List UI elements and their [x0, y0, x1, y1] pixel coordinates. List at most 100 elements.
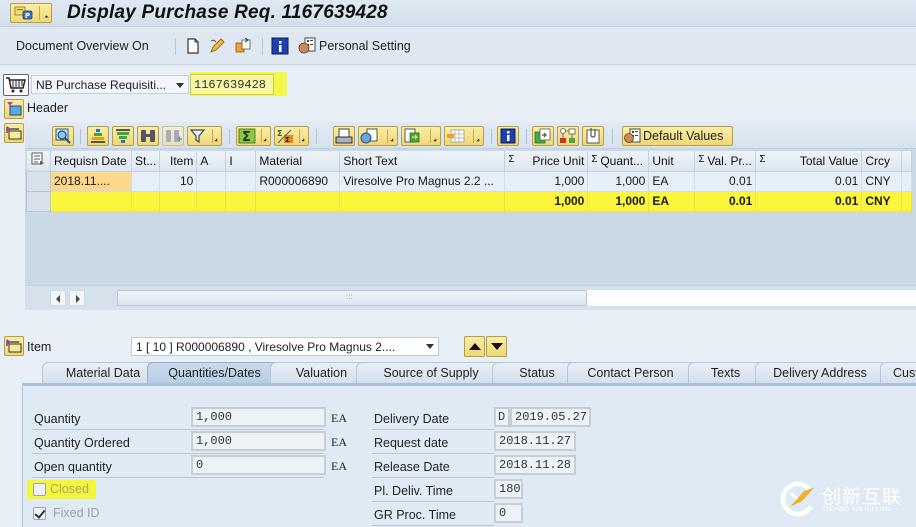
- sigma-icon: Σ: [591, 154, 598, 165]
- column-header-total-value[interactable]: Σ Total Value: [755, 151, 863, 172]
- delivery-date-field[interactable]: 2019.05.27: [510, 407, 591, 427]
- other-document-icon[interactable]: [234, 37, 252, 55]
- document-type-dropdown[interactable]: NB Purchase Requisiti...: [31, 75, 189, 94]
- copy-document-button[interactable]: [532, 126, 554, 146]
- column-header-val-price[interactable]: Σ Val. Pr...: [694, 151, 757, 172]
- find-next-button[interactable]: [162, 126, 184, 146]
- item-collapse-button[interactable]: [4, 336, 24, 356]
- row-selector[interactable]: [26, 190, 51, 212]
- previous-item-button[interactable]: [464, 336, 485, 357]
- row-selector[interactable]: [26, 170, 51, 192]
- hierarchy-button[interactable]: [557, 126, 579, 146]
- print-preview-button[interactable]: [333, 126, 355, 146]
- request-date-field[interactable]: 2018.11.27: [494, 431, 576, 451]
- cell-i[interactable]: [225, 171, 257, 192]
- tab-contact-person[interactable]: Contact Person: [567, 362, 694, 384]
- default-values-button[interactable]: Default Values: [622, 126, 733, 146]
- details-button[interactable]: [52, 126, 74, 146]
- cell-total-value[interactable]: 0.01: [755, 171, 863, 192]
- edit-pencil-icon[interactable]: [208, 37, 226, 55]
- release-date-field[interactable]: 2018.11.28: [494, 455, 576, 475]
- column-header-short-text[interactable]: Short Text: [339, 151, 506, 172]
- gr-processing-time-label: GR Proc. Time: [374, 508, 456, 522]
- sort-ascending-button[interactable]: [87, 126, 109, 146]
- info-icon[interactable]: [271, 37, 289, 55]
- column-header-status[interactable]: St...: [131, 151, 161, 172]
- item-label: Item: [27, 340, 52, 354]
- views-button[interactable]: [358, 126, 398, 146]
- cell-unit[interactable]: EA: [648, 171, 696, 192]
- cell-a[interactable]: [196, 171, 227, 192]
- personal-setting-icon[interactable]: [298, 37, 316, 55]
- information-button[interactable]: [497, 126, 519, 146]
- dropdown-arrow-icon: [390, 138, 394, 142]
- alv-toolbar: Σ Σ Σ Default Values: [25, 122, 916, 149]
- watermark-subtext: CHUANG XIN HU LIAN: [822, 507, 891, 513]
- scroll-right-button[interactable]: [69, 290, 85, 306]
- cell-requisn-date[interactable]: 2018.11....: [50, 171, 132, 192]
- personal-setting-button[interactable]: Personal Setting: [319, 39, 411, 53]
- tab-texts[interactable]: Texts: [688, 362, 763, 384]
- column-header-item[interactable]: Item: [159, 151, 198, 172]
- document-overview-button[interactable]: Document Overview On: [16, 39, 149, 53]
- tab-customer-data[interactable]: Cust: [880, 362, 916, 384]
- quantity-field[interactable]: 1,000: [191, 407, 326, 427]
- items-collapse-button[interactable]: [4, 123, 24, 143]
- table-row[interactable]: 2018.11.... 10 R000006890 Viresolve Pro …: [26, 170, 913, 192]
- planned-delivery-time-field[interactable]: 180: [494, 479, 523, 499]
- shopping-cart-icon: [6, 77, 26, 93]
- open-quantity-field[interactable]: 0: [191, 455, 326, 475]
- find-button[interactable]: [137, 126, 159, 146]
- tab-quantities-dates[interactable]: Quantities/Dates: [147, 362, 282, 384]
- chevron-down-icon: [176, 83, 184, 88]
- tab-material-data[interactable]: Material Data: [42, 362, 164, 384]
- column-header-requisn-date[interactable]: Requisn Date: [50, 151, 132, 172]
- cell-material[interactable]: R000006890: [255, 171, 341, 192]
- system-menu-button[interactable]: P: [10, 3, 52, 23]
- column-header-a[interactable]: A: [196, 151, 227, 172]
- cell-price-unit[interactable]: 1,000: [504, 171, 589, 192]
- item-selector-dropdown[interactable]: 1 [ 10 ] R000006890 , Viresolve Pro Magn…: [131, 337, 439, 356]
- tab-delivery-address[interactable]: Delivery Address: [755, 362, 885, 384]
- cell-quantity[interactable]: 1,000: [587, 171, 650, 192]
- copy-green-icon: [534, 128, 551, 144]
- document-type-cart-button[interactable]: [3, 74, 29, 96]
- svg-text:P: P: [25, 12, 30, 20]
- column-header-unit[interactable]: Unit: [648, 151, 696, 172]
- export-button[interactable]: [401, 126, 441, 146]
- gr-processing-time-field[interactable]: 0: [494, 503, 523, 523]
- cell-currency[interactable]: CNY: [861, 171, 903, 192]
- cell-val-price[interactable]: 0.01: [694, 171, 757, 192]
- column-header-material[interactable]: Material: [255, 151, 341, 172]
- new-document-icon[interactable]: [184, 37, 202, 55]
- cell-item[interactable]: 10: [159, 171, 198, 192]
- column-header-currency[interactable]: Crcy: [861, 151, 903, 172]
- next-item-button[interactable]: [486, 336, 507, 357]
- scroll-thumb[interactable]: [117, 290, 587, 306]
- subtotal-button[interactable]: Σ Σ: [274, 126, 309, 146]
- fixed-id-checkbox[interactable]: [33, 507, 46, 520]
- sort-descending-button[interactable]: [112, 126, 134, 146]
- column-header-price-unit[interactable]: Σ Price Unit: [504, 151, 589, 172]
- toolbar-separator: [229, 129, 230, 144]
- quantity-ordered-unit: EA: [331, 435, 347, 449]
- scroll-track[interactable]: [587, 290, 916, 306]
- header-expand-button[interactable]: [4, 99, 24, 119]
- filter-button[interactable]: [187, 126, 222, 146]
- scroll-left-button[interactable]: [50, 290, 66, 306]
- cell-short-text[interactable]: Viresolve Pro Magnus 2.2 ...: [339, 171, 506, 192]
- column-header-i[interactable]: I: [225, 151, 257, 172]
- document-number-field[interactable]: 1167639428: [190, 74, 274, 95]
- select-all-column[interactable]: [26, 151, 51, 172]
- tab-source-of-supply[interactable]: Source of Supply: [356, 362, 506, 384]
- horizontal-scrollbar[interactable]: [25, 285, 916, 310]
- layout-button[interactable]: [444, 126, 484, 146]
- cell-status[interactable]: [131, 171, 161, 192]
- delivery-date-row: Delivery Date: [372, 408, 494, 430]
- quantity-ordered-field[interactable]: 1,000: [191, 431, 326, 451]
- attachment-button[interactable]: [582, 126, 604, 146]
- delivery-date-format-field[interactable]: D: [494, 407, 510, 427]
- column-header-quantity[interactable]: Σ Quant...: [587, 151, 650, 172]
- closed-checkbox[interactable]: [33, 483, 46, 496]
- total-button[interactable]: Σ: [236, 126, 271, 146]
